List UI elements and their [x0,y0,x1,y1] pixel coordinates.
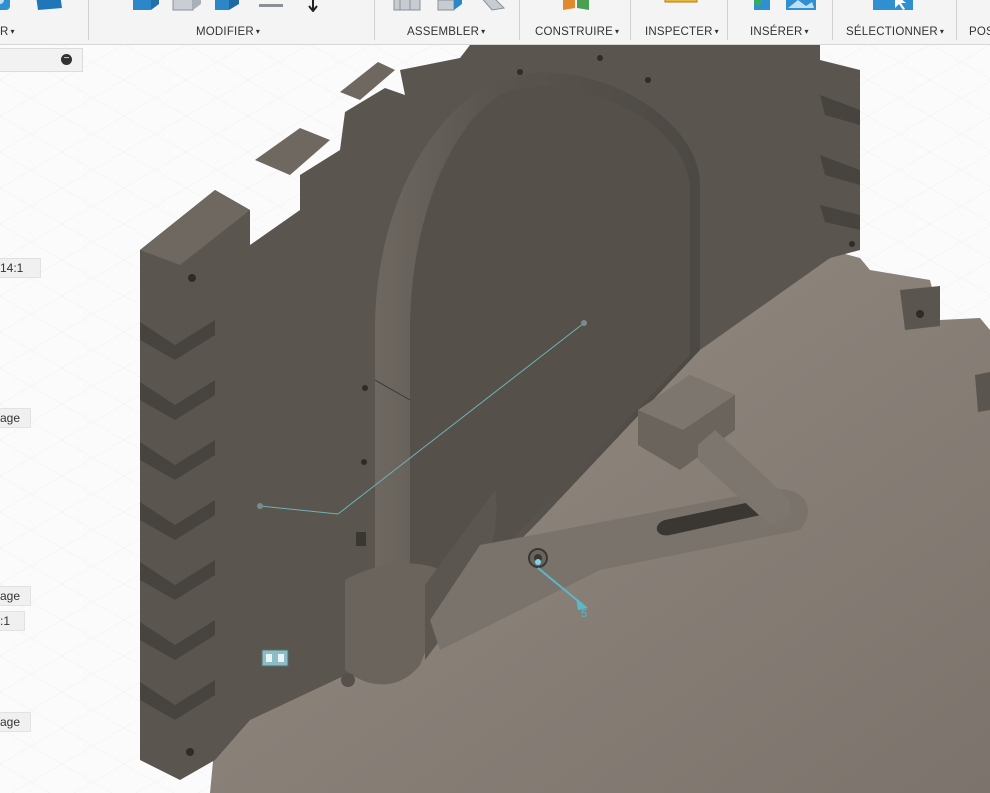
press-pull-icon[interactable] [129,0,161,12]
measure-icon[interactable] [661,0,701,12]
toolbar-group-selectionner[interactable]: SÉLECTIONNER ▾ [838,0,948,44]
toolbar-separator [88,0,89,40]
wall-bolt [356,532,366,546]
chamfer-icon[interactable] [213,0,245,12]
toolbar-separator [832,0,833,40]
shell-icon[interactable] [255,0,287,12]
modifier-menu-label: MODIFIER [196,26,254,38]
toolbar-label-partial-right: POS [969,26,990,38]
chevron-down-icon: ▾ [804,27,809,36]
sketch-point [581,320,587,326]
inserer-menu-label: INSÉRER [750,26,803,38]
inspecter-menu-label: INSPECTER [645,26,713,38]
toolbar-group-create[interactable]: R ▾ [0,0,62,44]
new-component-icon[interactable] [390,0,424,12]
insert-derive-icon[interactable] [744,0,774,12]
construct-plane-icon[interactable] [555,0,595,12]
toolbar-group-assembler[interactable]: ASSEMBLER ▾ [380,0,518,44]
toolbar-separator [956,0,957,40]
chevron-down-icon: ▾ [615,27,620,36]
toolbar-group-inspecter[interactable]: INSPECTER ▾ [636,0,726,44]
chevron-down-icon: ▾ [481,27,486,36]
toolbar-label-partial: R [0,26,9,38]
sketch-point [257,503,263,509]
toolbar-separator [374,0,375,40]
toolbar-group-construire[interactable]: CONSTRUIRE ▾ [524,0,626,44]
3d-model[interactable]: 5 [0,44,990,793]
joint-glyph-icon[interactable] [261,649,289,667]
chevron-down-icon: ▾ [939,27,945,36]
chevron-down-icon: ▾ [255,27,261,36]
toolbar-group-partial-right[interactable]: POS [962,0,990,44]
toolbar-group-inserer[interactable]: INSÉRER ▾ [733,0,829,44]
toolbar-separator [630,0,631,40]
base-plate-tab [900,286,940,330]
selection-marker [535,559,541,565]
extrude-icon[interactable] [34,0,64,12]
selectionner-menu-label: SÉLECTIONNER [846,26,938,38]
insert-canvas-icon[interactable] [784,0,818,12]
fillet-icon[interactable] [171,0,203,12]
select-icon[interactable] [871,0,915,12]
pin [341,673,355,687]
assembler-menu-label: ASSEMBLER [407,26,480,38]
dimension-label: 5 [581,608,587,620]
create-sketch-icon[interactable] [0,0,24,12]
joint-icon[interactable] [434,0,468,12]
toolbar: R▾ MODIFIER▾ ASSEMBLER▾ CONSTRUIRE▾ [0,0,990,45]
construire-menu-label: CONSTRUIRE [535,26,614,38]
chevron-down-icon: ▾ [714,27,719,36]
toolbar-group-modifier[interactable]: MODIFIER ▾ [94,0,364,44]
toolbar-separator [519,0,520,40]
move-icon[interactable] [297,0,329,12]
as-built-joint-icon[interactable] [478,0,508,12]
toolbar-separator [727,0,728,40]
